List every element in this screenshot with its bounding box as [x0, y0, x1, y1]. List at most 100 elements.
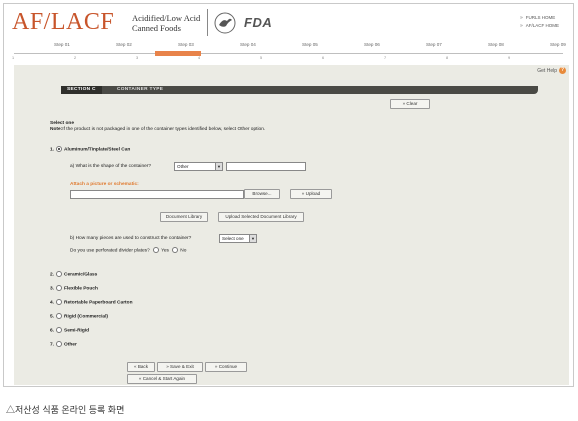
step-number: 8	[446, 56, 449, 60]
hhs-eagle-icon	[214, 12, 236, 34]
option-label: Aluminum/Tinplate/Steel Can	[64, 147, 131, 153]
radio-unselected[interactable]	[56, 327, 63, 333]
shape-select[interactable]: Other ▼	[174, 162, 223, 171]
step-number: 4	[198, 56, 201, 60]
option-semi-rigid[interactable]: 6. Semi-Rigid	[50, 327, 89, 333]
step-label: Step 03	[178, 42, 194, 47]
aflacf-home-label: AF/LACF HOME	[525, 23, 559, 28]
double-chevron-icon: »	[402, 101, 406, 106]
step-label: Step 08	[488, 42, 504, 47]
radio-selected[interactable]	[56, 146, 63, 152]
section-tab: SECTION C	[61, 86, 102, 94]
radio-unselected[interactable]	[56, 285, 63, 291]
save-exit-label: Save & Exit	[170, 364, 194, 369]
double-chevron-icon: »	[519, 15, 523, 21]
furls-home-label: FURLS HOME	[525, 15, 556, 20]
furls-home-link[interactable]: » FURLS HOME	[520, 14, 559, 22]
double-chevron-icon: »	[301, 191, 305, 196]
double-chevron-icon: »	[214, 364, 218, 369]
option-label: Retortable Paperboard Carton	[64, 300, 133, 306]
divider-question-row: Do you use perforated divider plates? Ye…	[70, 247, 186, 253]
get-help-label: Get Help	[537, 67, 557, 74]
section-header: SECTION C CONTAINER TYPE	[61, 86, 538, 94]
option-label: Semi-Rigid	[64, 328, 90, 334]
help-icon: ?	[559, 67, 566, 74]
top-links: » FURLS HOME » AF/LACF HOME	[520, 14, 559, 30]
instruction-note: Note:If the product is not packaged in o…	[50, 127, 265, 132]
logo-divider	[207, 9, 208, 36]
shape-other-input[interactable]	[226, 162, 306, 171]
step-label: Step 02	[116, 42, 132, 47]
double-chevron-left-icon: «	[138, 376, 142, 381]
dropdown-arrow-icon: ▼	[215, 163, 222, 170]
divider-no-radio[interactable]	[172, 247, 179, 253]
option-label: Flexible Pouch	[64, 286, 98, 292]
continue-label: Continue	[218, 364, 238, 369]
option-label: Ceramic/Glass	[64, 272, 98, 278]
option-ceramic-glass[interactable]: 2. Ceramic/Glass	[50, 271, 97, 277]
cancel-start-label: Cancel & Start Again	[142, 376, 186, 381]
upload-button[interactable]: » Upload	[290, 189, 332, 199]
note-text: If the product is not packaged in one of…	[62, 127, 266, 132]
current-step-marker	[155, 51, 201, 56]
option-other[interactable]: 7. Other	[50, 341, 77, 347]
divider-yes-radio[interactable]	[153, 247, 160, 253]
step-number: 5	[260, 56, 263, 60]
file-path-input[interactable]	[70, 190, 244, 199]
clear-button[interactable]: » Clear	[390, 99, 430, 109]
step-number: 2	[74, 56, 77, 60]
screenshot-frame: AF/LACF Acidified/Low Acid Canned Foods …	[3, 3, 574, 387]
shape-select-value: Other	[177, 164, 189, 169]
divider-yes-label: Yes	[161, 248, 169, 254]
option-number: 7.	[50, 342, 55, 348]
clear-label: Clear	[406, 101, 418, 106]
option-number: 3.	[50, 286, 55, 292]
option-flexible-pouch[interactable]: 3. Flexible Pouch	[50, 285, 98, 291]
step-number: 6	[322, 56, 325, 60]
divider-question: Do you use perforated divider plates?	[70, 248, 150, 254]
double-chevron-icon: »	[166, 364, 169, 369]
option-retortable-carton[interactable]: 4. Retortable Paperboard Carton	[50, 299, 133, 305]
radio-unselected[interactable]	[56, 313, 63, 319]
cancel-start-again-button[interactable]: « Cancel & Start Again	[127, 374, 197, 384]
document-library-button[interactable]: Document Library	[160, 212, 208, 222]
option-label: Rigid (Commercial)	[64, 314, 108, 320]
note-label: Note:	[50, 127, 63, 132]
step-label: Step 04	[240, 42, 256, 47]
step-number: 3	[136, 56, 139, 60]
image-caption: △저산성 식품 온라인 등록 화면	[6, 405, 125, 415]
radio-unselected[interactable]	[56, 271, 63, 277]
continue-button[interactable]: » Continue	[205, 362, 247, 372]
subtitle-line-2: Canned Foods	[132, 23, 181, 33]
step-label: Step 09	[550, 42, 566, 47]
save-exit-button[interactable]: » Save & Exit	[157, 362, 203, 372]
get-help-link[interactable]: Get Help ?	[537, 67, 566, 74]
radio-unselected[interactable]	[56, 341, 63, 347]
option-number: 6.	[50, 328, 55, 334]
browse-button[interactable]: Browse...	[244, 189, 280, 199]
back-label: Back	[137, 364, 149, 369]
step-number: 9	[508, 56, 511, 60]
step-progress: Step 01 Step 02 Step 03 Step 04 Step 05 …	[4, 42, 573, 62]
select-one-heading: Select one	[50, 121, 74, 126]
header: AF/LACF Acidified/Low Acid Canned Foods …	[4, 4, 573, 40]
option-number: 5.	[50, 314, 55, 320]
form-panel: Get Help ? SECTION C CONTAINER TYPE » Cl…	[14, 65, 569, 385]
radio-unselected[interactable]	[56, 299, 63, 305]
pieces-select[interactable]: Select one ▼	[219, 234, 257, 243]
aflacf-home-link[interactable]: » AF/LACF HOME	[520, 22, 559, 30]
upload-selected-library-button[interactable]: Upload Selected Document Library	[218, 212, 304, 222]
option-aluminum[interactable]: 1. Aluminum/Tinplate/Steel Can	[50, 146, 130, 152]
subtitle-line-1: Acidified/Low Acid	[132, 13, 201, 23]
step-number: 7	[384, 56, 387, 60]
upload-label: Upload	[305, 191, 321, 196]
step-track	[14, 53, 563, 54]
fda-logo: FDA	[244, 15, 273, 30]
pieces-question: b) How many pieces are used to construct…	[70, 236, 192, 241]
back-button[interactable]: « Back	[127, 362, 155, 372]
app-logo[interactable]: AF/LACF	[12, 9, 114, 36]
option-rigid-commercial[interactable]: 5. Rigid (Commercial)	[50, 313, 108, 319]
option-number: 1.	[50, 147, 55, 153]
step-label: Step 06	[364, 42, 380, 47]
step-number: 1	[12, 56, 15, 60]
